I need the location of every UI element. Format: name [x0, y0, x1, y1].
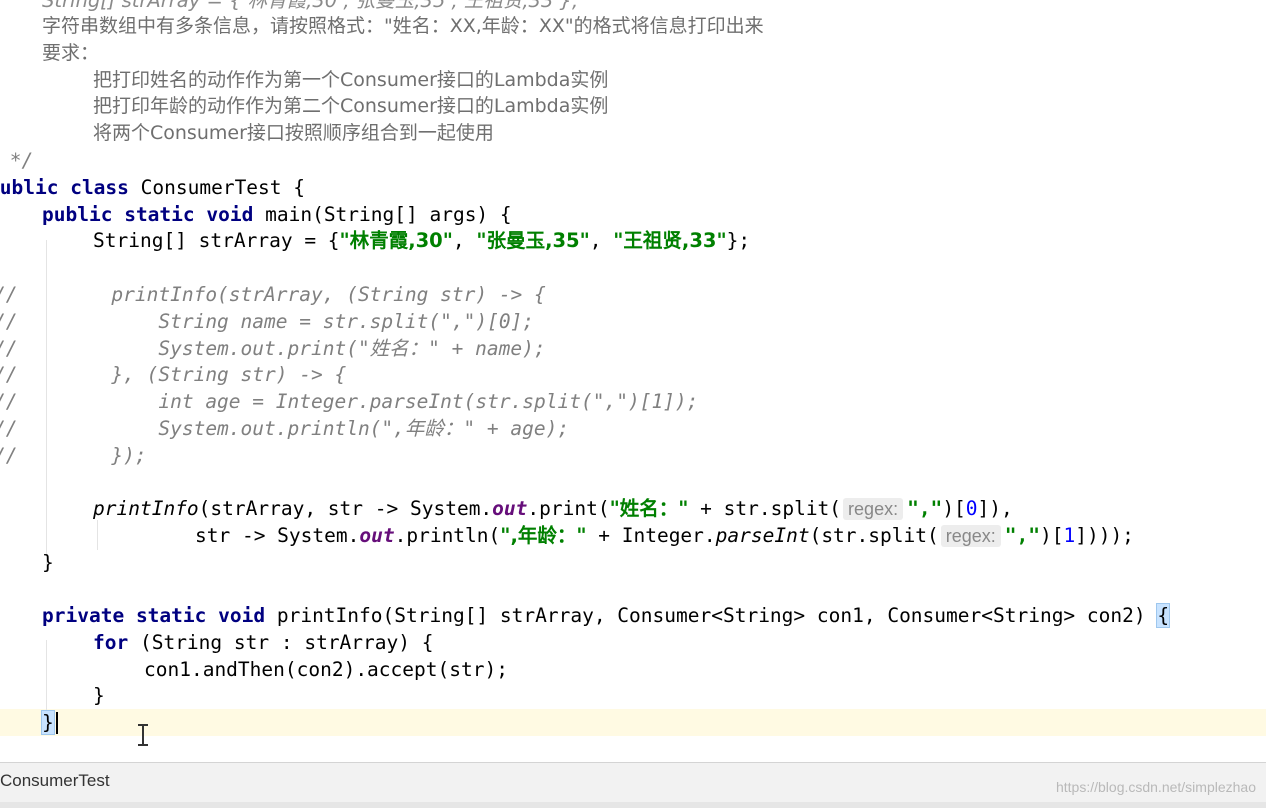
code-line-for-close: } [93, 684, 105, 707]
code-line-7: */ [0, 149, 34, 172]
code-line-comment-1: // printInfo(strArray, (String str) -> { [0, 283, 546, 306]
current-line-highlight [0, 709, 1266, 736]
text-cursor [56, 712, 58, 734]
code-line-for: for (String str : strArray) { [93, 631, 434, 654]
param-hint-regex: regex: [940, 525, 1001, 547]
code-line-6: 将两个Consumer接口按照顺序组合到一起使用 [93, 122, 494, 144]
code-line-4: 把打印姓名的动作作为第一个Consumer接口的Lambda实例 [93, 69, 609, 91]
param-hint-regex: regex: [843, 498, 904, 520]
matched-brace: { [1156, 603, 1171, 628]
code-line-comment-5: // int age = Integer.parseInt(str.split(… [0, 390, 699, 413]
code-line-comment-2: // String name = str.split(",")[0]; [0, 310, 535, 333]
code-line-comment-6: // System.out.println(",年龄：" + age); [0, 417, 570, 440]
mouse-ibeam-icon [138, 724, 148, 746]
code-line-array: String[] strArray = {"林青霞,30", "张曼玉,35",… [93, 229, 751, 252]
code-line-method-close: } [41, 709, 55, 736]
code-line-printinfo-decl: private static void printInfo(String[] s… [42, 603, 1171, 628]
code-line-3: 要求： [42, 42, 100, 64]
code-line-class-decl: public class ConsumerTest { [0, 176, 306, 199]
code-line-2: 字符串数组中有多条信息，请按照格式："姓名：XX,年龄：XX"的格式将信息打印出… [42, 15, 764, 37]
code-line-age-lambda: str -> System.out.println(",年龄：" + Integ… [195, 524, 1134, 547]
watermark: https://blog.csdn.net/simplezhao [1055, 779, 1256, 795]
matched-brace: } [41, 710, 55, 735]
indent-guide [97, 520, 98, 550]
indent-guide [46, 640, 47, 710]
code-line-comment-3: // System.out.print("姓名：" + name); [0, 337, 546, 360]
horizontal-scrollbar[interactable] [0, 802, 1266, 808]
code-editor[interactable]: String[] strArray = { 林青霞,30 , 张曼玉,35 , … [0, 0, 1266, 762]
code-line-accept: con1.andThen(con2).accept(str); [144, 658, 508, 681]
code-line-1: String[] strArray = { 林青霞,30 , 张曼玉,35 , … [42, 0, 579, 12]
breadcrumb-class[interactable]: ConsumerTest [0, 771, 110, 791]
code-line-printinfo-call: printInfo(strArray, str -> System.out.pr… [93, 497, 1013, 520]
code-line-comment-4: // }, (String str) -> { [0, 363, 347, 386]
code-line-main-decl: public static void main(String[] args) { [42, 203, 512, 226]
code-line-5: 把打印年龄的动作作为第二个Consumer接口的Lambda实例 [93, 95, 609, 117]
editor-breadcrumb-bar: ConsumerTest https://blog.csdn.net/simpl… [0, 762, 1266, 808]
code-line-main-close: } [42, 551, 54, 574]
code-line-comment-7: // }); [0, 444, 147, 467]
